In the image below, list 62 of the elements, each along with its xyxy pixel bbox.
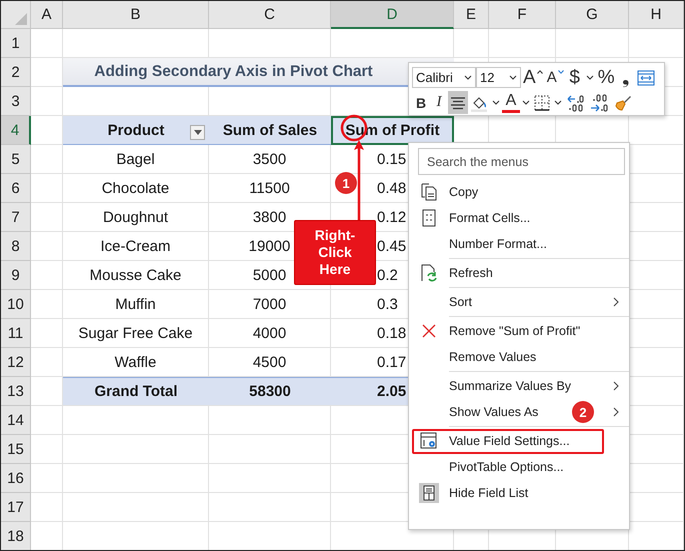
- table-cell: Ice-Cream: [63, 232, 209, 261]
- table-cell: 11500: [209, 174, 331, 203]
- format-button[interactable]: ❟: [616, 66, 635, 89]
- table-cell: Bagel: [63, 145, 209, 174]
- row-number[interactable]: 16: [1, 464, 31, 493]
- table-cell: 4000: [209, 319, 331, 348]
- column-letter[interactable]: E: [454, 1, 489, 29]
- row-number[interactable]: 13: [1, 377, 31, 406]
- row-number[interactable]: 12: [1, 348, 31, 377]
- menu-item[interactable]: Show Values As: [449, 405, 538, 419]
- step-badge: 2: [572, 401, 594, 423]
- table-cell: Doughnut: [63, 203, 209, 232]
- column-letter[interactable]: A: [31, 1, 63, 29]
- row-number[interactable]: 15: [1, 435, 31, 464]
- menu-item[interactable]: Hide Field List: [449, 486, 528, 500]
- search-field[interactable]: Search the menus: [418, 148, 625, 175]
- row-number[interactable]: 11: [1, 319, 31, 348]
- column-letter[interactable]: B: [63, 1, 209, 29]
- format-button[interactable]: %: [596, 66, 617, 89]
- row-number[interactable]: 17: [1, 493, 31, 522]
- font-color-button[interactable]: A: [502, 92, 520, 112]
- column-letter[interactable]: G: [556, 1, 629, 29]
- row-number[interactable]: 10: [1, 290, 31, 319]
- row-number[interactable]: 6: [1, 174, 31, 203]
- menu-item[interactable]: PivotTable Options...: [449, 460, 564, 474]
- table-cell: Sugar Free Cake: [63, 319, 209, 348]
- row-number[interactable]: 18: [1, 522, 31, 550]
- font-name-dropdown[interactable]: Calibri: [412, 67, 476, 88]
- step-badge: 1: [335, 172, 357, 194]
- row-number[interactable]: 2: [1, 58, 31, 87]
- table-cell: Muffin: [63, 290, 209, 319]
- font-size: 12: [480, 70, 494, 85]
- row-number[interactable]: 1: [1, 29, 31, 58]
- italic-button[interactable]: I: [430, 91, 448, 114]
- callout-label: Right- Click Here: [294, 220, 376, 285]
- table-cell: Mousse Cake: [63, 261, 209, 290]
- row-number[interactable]: 7: [1, 203, 31, 232]
- font-size-dropdown[interactable]: 12: [476, 67, 521, 88]
- total-cell: Grand Total: [63, 377, 209, 406]
- table-cell: Chocolate: [63, 174, 209, 203]
- font-name: Calibri: [416, 70, 453, 85]
- header-cell: Sum of Sales: [209, 116, 331, 145]
- menu-item[interactable]: Copy: [449, 185, 478, 199]
- increase-font-button[interactable]: A: [521, 66, 545, 89]
- row-number[interactable]: 8: [1, 232, 31, 261]
- decrease-font-button[interactable]: A: [544, 66, 566, 89]
- format-button[interactable]: $: [566, 66, 584, 89]
- table-cell: 7000: [209, 290, 331, 319]
- table-cell: 3500: [209, 145, 331, 174]
- column-letter[interactable]: F: [489, 1, 556, 29]
- row-number[interactable]: 3: [1, 87, 31, 116]
- column-letter[interactable]: C: [209, 1, 331, 29]
- row-number[interactable]: 9: [1, 261, 31, 290]
- total-cell: 58300: [209, 377, 331, 406]
- menu-item[interactable]: Value Field Settings...: [449, 434, 570, 448]
- row-number[interactable]: 4: [1, 116, 31, 145]
- column-letter[interactable]: D: [331, 1, 454, 29]
- row-number[interactable]: 5: [1, 145, 31, 174]
- column-letter[interactable]: H: [629, 1, 684, 29]
- header-label: Product: [108, 122, 164, 138]
- bold-button[interactable]: B: [412, 91, 430, 114]
- row-number[interactable]: 14: [1, 406, 31, 435]
